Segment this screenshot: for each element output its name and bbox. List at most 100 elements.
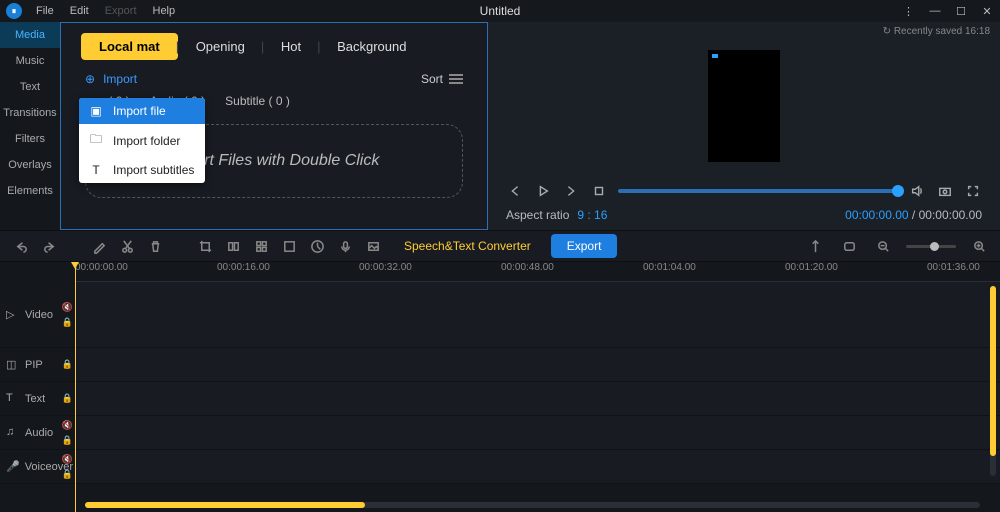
import-file-item[interactable]: ▣Import file [79, 98, 205, 124]
menu-edit[interactable]: Edit [62, 5, 97, 17]
track-video[interactable]: ▷ Video 🔇 🔒 [0, 282, 1000, 348]
track-voiceover[interactable]: 🎤Voiceover 🔇🔒 [0, 450, 1000, 484]
speed-button[interactable] [306, 235, 328, 257]
app-logo: ⏸ [6, 3, 22, 19]
prev-frame-button[interactable] [506, 182, 524, 200]
menu-file[interactable]: File [28, 5, 62, 17]
sort-button[interactable]: Sort [421, 72, 463, 86]
mute-icon[interactable]: 🔇 [62, 420, 73, 431]
preview-progress[interactable] [618, 189, 898, 193]
more-icon[interactable]: ⋮ [902, 5, 916, 18]
timeline-ruler[interactable]: 00:00:00.00 00:00:16.00 00:00:32.00 00:0… [75, 262, 1000, 282]
import-dropdown: ▣Import file 🗀Import folder TImport subt… [79, 98, 205, 183]
snapshot-icon[interactable] [936, 182, 954, 200]
track-label: Audio [25, 427, 53, 439]
fit-button[interactable] [838, 235, 860, 257]
text-track-icon: T [6, 392, 20, 406]
stop-button[interactable] [590, 182, 608, 200]
track-label: PIP [25, 359, 43, 371]
mosaic-button[interactable] [250, 235, 272, 257]
category-sidebar: Media Music Text Transitions Filters Ove… [0, 22, 60, 230]
tracks: ▷Video 🔇🔒 ◫PIP 🔒 TText 🔒 ♫Audio 🔇🔒 🎤Voic… [0, 282, 1000, 484]
import-subtitles-item[interactable]: TImport subtitles [79, 157, 205, 183]
ruler-tick: 00:01:20.00 [785, 262, 838, 273]
cut-button[interactable] [116, 235, 138, 257]
tab-local-mat[interactable]: Local mat [81, 33, 178, 60]
aspect-ratio[interactable]: 9 : 16 [577, 208, 607, 222]
sidebar-item-music[interactable]: Music [0, 48, 60, 74]
close-button[interactable]: ✕ [980, 5, 994, 18]
sort-label: Sort [421, 72, 443, 86]
track-label: Text [25, 393, 45, 405]
timeline-vertical-scrollbar[interactable] [990, 286, 996, 476]
folder-icon: 🗀 [89, 130, 103, 151]
mute-icon[interactable]: 🔇 [62, 454, 73, 465]
menu-help[interactable]: Help [145, 5, 184, 17]
video-icon: ▷ [6, 308, 20, 322]
tab-background[interactable]: Background [319, 33, 424, 60]
import-button[interactable]: Import [103, 72, 137, 86]
lock-icon[interactable]: 🔒 [62, 435, 73, 446]
split-button[interactable] [222, 235, 244, 257]
sort-icon [449, 72, 463, 86]
track-pip[interactable]: ◫ PIP 🔒 [0, 348, 1000, 382]
zoom-slider[interactable] [906, 245, 956, 248]
mute-icon[interactable]: 🔇 [62, 302, 73, 313]
ruler-tick: 00:00:00.00 [75, 262, 128, 273]
voiceover-button[interactable] [334, 235, 356, 257]
sidebar-item-transitions[interactable]: Transitions [0, 100, 60, 126]
preview-panel: Recently saved 16:18 Aspect ratio 9 : 16… [488, 22, 1000, 230]
lock-icon[interactable]: 🔒 [62, 359, 73, 370]
minimize-button[interactable]: ― [928, 5, 942, 17]
timeline-toolbar: Speech&Text Converter Export [0, 230, 1000, 262]
pip-icon: ◫ [6, 358, 20, 372]
freeze-button[interactable] [278, 235, 300, 257]
category-subtitle[interactable]: Subtitle ( 0 ) [225, 94, 290, 108]
preview-time: 00:00:00.00 / 00:00:00.00 [845, 208, 982, 222]
lock-icon[interactable]: 🔒 [62, 469, 73, 480]
aspect-label: Aspect ratio [506, 208, 569, 222]
export-button[interactable]: Export [551, 234, 618, 258]
timeline: 00:00:00.00 00:00:16.00 00:00:32.00 00:0… [0, 262, 1000, 512]
import-folder-item[interactable]: 🗀Import folder [79, 124, 205, 157]
ruler-tick: 00:00:32.00 [359, 262, 412, 273]
sidebar-item-text[interactable]: Text [0, 74, 60, 100]
sidebar-item-elements[interactable]: Elements [0, 178, 60, 204]
preview-viewport[interactable] [708, 50, 780, 162]
playhead[interactable] [75, 262, 76, 512]
speech-text-converter[interactable]: Speech&Text Converter [404, 239, 531, 253]
edit-button[interactable] [88, 235, 110, 257]
delete-button[interactable] [144, 235, 166, 257]
lock-icon[interactable]: 🔒 [62, 317, 73, 328]
play-file-icon: ▣ [89, 104, 103, 118]
track-text[interactable]: T Text 🔒 [0, 382, 1000, 416]
tab-hot[interactable]: Hot [263, 33, 319, 60]
track-label: Video [25, 309, 53, 321]
ruler-tick: 00:00:48.00 [501, 262, 554, 273]
zoom-out-button[interactable] [872, 235, 894, 257]
text-icon: T [89, 163, 103, 177]
play-button[interactable] [534, 182, 552, 200]
track-audio[interactable]: ♫ Audio 🔇 🔒 [0, 416, 1000, 450]
crop-button[interactable] [194, 235, 216, 257]
fullscreen-icon[interactable] [964, 182, 982, 200]
sidebar-item-overlays[interactable]: Overlays [0, 152, 60, 178]
maximize-button[interactable]: ☐ [954, 5, 968, 18]
volume-icon[interactable] [908, 182, 926, 200]
undo-button[interactable] [10, 235, 32, 257]
import-plus-icon[interactable]: ⊕ [85, 72, 95, 86]
sidebar-item-media[interactable]: Media [0, 22, 60, 48]
audio-icon: ♫ [6, 426, 20, 440]
redo-button[interactable] [38, 235, 60, 257]
lock-icon[interactable]: 🔒 [62, 393, 73, 404]
marker-button[interactable] [804, 235, 826, 257]
screenshot-button[interactable] [362, 235, 384, 257]
next-frame-button[interactable] [562, 182, 580, 200]
timeline-horizontal-scrollbar[interactable] [85, 502, 980, 508]
sidebar-item-filters[interactable]: Filters [0, 126, 60, 152]
tab-opening[interactable]: Opening [178, 33, 263, 60]
zoom-in-button[interactable] [968, 235, 990, 257]
titlebar: ⏸ File Edit Export Help Untitled ⋮ ― ☐ ✕ [0, 0, 1000, 22]
save-status: Recently saved 16:18 [883, 26, 990, 37]
ruler-tick: 00:01:04.00 [643, 262, 696, 273]
